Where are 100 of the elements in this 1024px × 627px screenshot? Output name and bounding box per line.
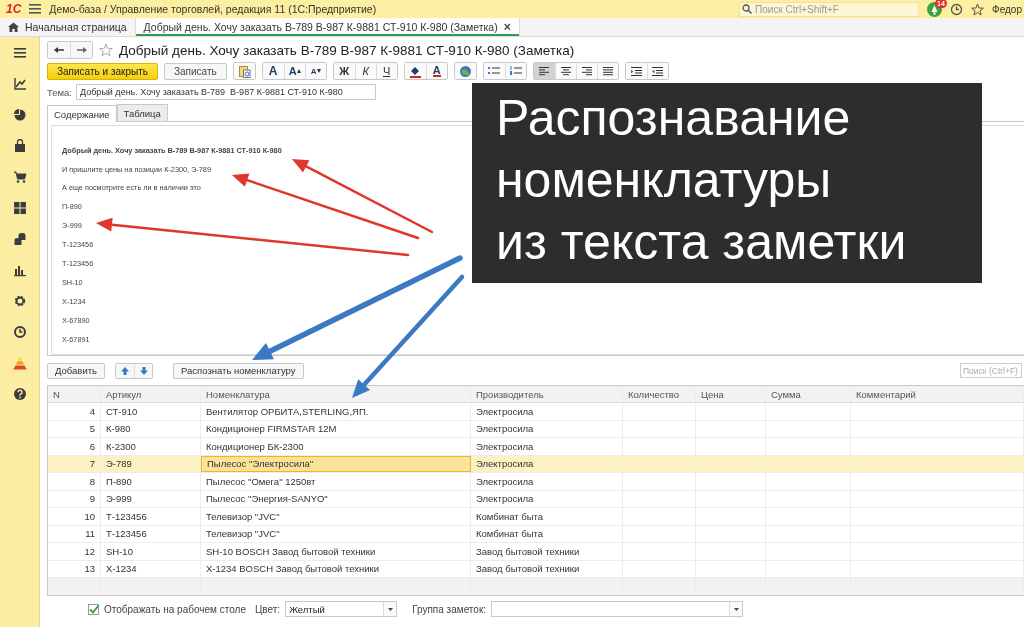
grid-icon[interactable] — [12, 201, 27, 215]
subject-label: Тема: — [47, 86, 72, 98]
star-icon[interactable] — [971, 2, 985, 16]
table-row[interactable]: 10 Т-123456 Телевизор "JVC" Комбинат быта — [48, 508, 1024, 526]
dropdown-button[interactable] — [383, 602, 397, 616]
table-cell: Телевизор "JVC" — [201, 525, 471, 542]
table-cell: Э-999 — [101, 490, 201, 507]
pyramid-icon[interactable] — [12, 356, 27, 370]
bar-chart-icon[interactable] — [12, 263, 27, 277]
subject-field[interactable]: Добрый день. Хочу заказать В-789 В-987 К-9881 СТ-910 К-980 — [76, 84, 376, 100]
save-and-close-button[interactable]: Записать и закрыть — [47, 62, 158, 80]
group-label: Группа заметок: — [412, 603, 487, 615]
fill-color-icon — [408, 64, 422, 78]
format-button[interactable] — [625, 63, 647, 79]
menu-icon[interactable] — [29, 4, 42, 14]
forward-button[interactable] — [70, 42, 92, 58]
pie-chart-icon[interactable] — [12, 108, 27, 122]
forward-arrow-icon — [76, 46, 87, 54]
table-cell: СТ-910 — [101, 403, 201, 420]
table-cell: Комбинат быта — [471, 508, 623, 525]
globe-icon — [458, 64, 472, 78]
format-button[interactable]: Ч — [375, 63, 397, 79]
close-button[interactable]: × — [503, 20, 511, 34]
table-cell: Комбинат быта — [471, 525, 623, 542]
table-cell: SH-10 BOSCH Завод бытовой техники — [201, 543, 471, 560]
column-header[interactable]: Количество — [623, 386, 696, 402]
format-button[interactable]: A — [425, 63, 447, 79]
table-cell: Т-123456 — [101, 508, 201, 525]
app-logo[interactable]: 1С — [6, 2, 22, 16]
checkbox-label: Отображать на рабочем столе — [104, 603, 246, 615]
tab[interactable]: Таблица — [116, 104, 168, 121]
recognize-button[interactable]: Распознать номенклатуру — [173, 362, 304, 379]
format-button[interactable]: A — [304, 63, 326, 79]
table-row[interactable]: 9 Э-999 Пылесос "Энергия-SANYO" Электросила — [48, 490, 1024, 508]
table-cell: 8 — [48, 473, 101, 490]
table-cell: П-890 — [101, 473, 201, 490]
star-icon[interactable] — [99, 43, 113, 57]
bag-icon[interactable] — [12, 139, 27, 153]
format-button[interactable]: A — [262, 63, 284, 79]
move-up-button[interactable] — [116, 363, 134, 378]
bullet-list-icon — [488, 66, 501, 76]
cart-icon[interactable] — [12, 170, 27, 184]
tab[interactable]: Содержание — [47, 105, 117, 122]
settings-icon[interactable] — [12, 294, 27, 308]
caret-icon — [733, 607, 739, 611]
align-center-icon — [560, 66, 571, 76]
menu-icon[interactable] — [12, 46, 27, 60]
table-cell: Телевизор "JVC" — [201, 508, 471, 525]
check-icon — [88, 604, 99, 614]
color-select[interactable]: Желтый — [285, 601, 398, 617]
indent-icon — [630, 66, 642, 76]
help-icon[interactable] — [12, 387, 27, 401]
chart-icon[interactable] — [12, 77, 27, 91]
table-cell: 5 — [48, 420, 101, 437]
table-row[interactable]: 12 SH-10 SH-10 BOSCH Завод бытовой техники Завод бытовой техники — [48, 543, 1024, 561]
table-row[interactable]: 4 СТ-910 Вентилятор ОРБИТА,STERLING,ЯП. Электросила — [48, 403, 1024, 421]
coins-icon[interactable] — [12, 232, 27, 246]
table-cell: Х-1234 BOSCH Завод бытовой техники — [201, 560, 471, 577]
column-header[interactable]: Сумма — [766, 386, 851, 402]
justify-icon — [602, 66, 613, 76]
caption-banner: Распознавание номенклатуры из текста заметки — [472, 83, 982, 283]
search-field[interactable]: Поиск (Ctrl+F) — [960, 363, 1022, 378]
table-cell: Электросила — [471, 455, 623, 472]
table-row[interactable]: 5 К-980 Кондиционер FIRMSTAR 12М Электросила — [48, 420, 1024, 438]
column-header[interactable]: Комментарий — [851, 386, 1024, 402]
tab[interactable]: Начальная страница — [0, 18, 136, 36]
format-button[interactable]: К — [354, 63, 376, 79]
table-row[interactable]: 6 К-2300 Кондиционер БК-2300 Электросила — [48, 438, 1024, 456]
table-row[interactable]: 11 Т-123456 Телевизор "JVC" Комбинат быта — [48, 525, 1024, 543]
dropdown-button[interactable] — [729, 602, 743, 616]
checkbox[interactable] — [88, 603, 99, 615]
format-button[interactable] — [554, 63, 576, 79]
numbered-list-icon — [509, 66, 522, 76]
save-button[interactable]: Записать — [163, 62, 227, 80]
format-button[interactable] — [596, 63, 618, 79]
column-header[interactable]: Артикул — [101, 386, 201, 402]
table-cell: 12 — [48, 543, 101, 560]
back-button[interactable] — [48, 42, 70, 58]
search-field[interactable]: Поиск Ctrl+Shift+F — [739, 1, 920, 17]
format-button[interactable]: A — [283, 63, 305, 79]
tab[interactable]: Добрый день. Хочу заказать В-789 В-987 К-9881 СТ-910 К-980 (Заметка) × — [135, 18, 520, 36]
home-icon — [8, 22, 19, 32]
column-header[interactable]: Производитель — [471, 386, 623, 402]
history-icon[interactable] — [12, 325, 27, 339]
history-icon[interactable] — [950, 2, 964, 16]
user-name[interactable]: Федор — [992, 3, 1022, 15]
decrease-icon — [316, 69, 321, 73]
column-header[interactable]: N — [48, 386, 101, 402]
format-button[interactable]: Ж — [333, 63, 355, 79]
table-cell: 10 — [48, 508, 101, 525]
move-down-button[interactable] — [134, 363, 152, 378]
format-button[interactable] — [404, 63, 426, 79]
column-header[interactable]: Цена — [696, 386, 766, 402]
add-button[interactable]: Добавить — [47, 362, 105, 379]
caret-icon — [387, 607, 393, 611]
format-button[interactable] — [533, 63, 555, 79]
table-cell: 11 — [48, 525, 101, 542]
table-row[interactable]: 8 П-890 Пылесос "Омега" 1250вт Электросила — [48, 473, 1024, 491]
format-button[interactable] — [575, 63, 597, 79]
format-button[interactable] — [646, 63, 668, 79]
